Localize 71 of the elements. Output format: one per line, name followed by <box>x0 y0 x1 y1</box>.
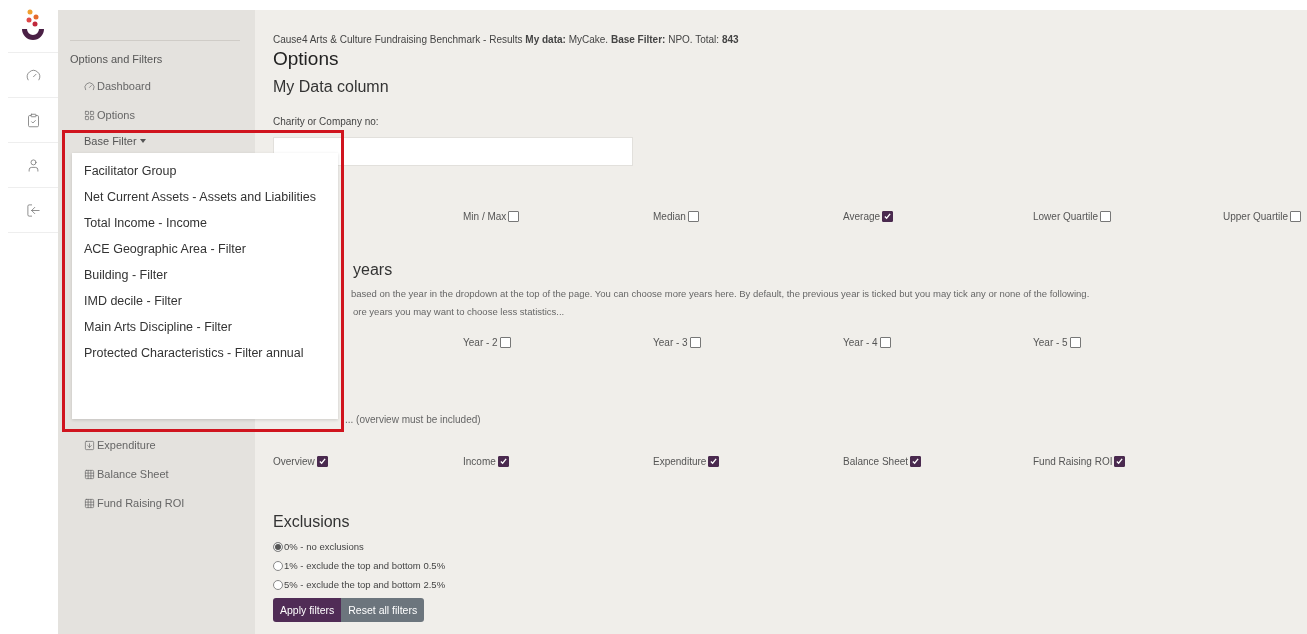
checkbox-option[interactable]: Upper Quartile <box>1223 211 1302 222</box>
checkbox[interactable] <box>1114 456 1126 467</box>
checkbox[interactable] <box>508 211 520 222</box>
radio-option[interactable]: 0% - no exclusions <box>273 537 1307 556</box>
radio-option[interactable]: 5% - exclude the top and bottom 2.5% <box>273 575 1307 594</box>
menu-item[interactable]: Net Current Assets - Assets and Liabilities <box>72 185 338 211</box>
checkbox-option[interactable]: Average <box>843 211 894 222</box>
caret-icon <box>139 139 146 143</box>
checkbox-option[interactable]: Min / Max <box>463 211 520 222</box>
sidebar-link[interactable]: Fund Raising ROI <box>70 490 243 519</box>
reset-button[interactable]: Reset all filters <box>341 598 425 622</box>
checkbox-option[interactable]: Expenditure <box>653 456 720 467</box>
radio-button[interactable] <box>273 579 283 590</box>
checkbox[interactable] <box>316 456 328 467</box>
menu-item[interactable]: IMD decile - Filter <box>72 289 338 315</box>
grid-icon <box>84 109 95 121</box>
user-icon[interactable] <box>25 157 41 173</box>
checkbox-option[interactable]: Year - 5 <box>1033 337 1081 348</box>
checkbox[interactable] <box>687 211 699 222</box>
checkbox[interactable] <box>879 337 891 348</box>
checkbox-option[interactable]: Balance Sheet <box>843 456 922 467</box>
description-text: based on the year in the dropdown at the top of the page. You can choose more years here. By default, the previous year is ticked but you may tick any or none of the following. <box>350 287 1091 301</box>
checkbox-option[interactable]: Year - 4 <box>843 337 891 348</box>
field-label: Charity or Company no: <box>273 116 379 127</box>
menu-item[interactable]: Protected Characteristics - Filter annual <box>72 341 338 367</box>
note-text: ... (overview must be included) <box>344 414 482 425</box>
exit-icon[interactable] <box>25 202 41 218</box>
section-heading: Exclusions <box>273 513 351 531</box>
sidebar-link[interactable]: Balance Sheet <box>70 461 243 490</box>
checkbox-option[interactable]: Median <box>653 211 699 222</box>
checkbox-option[interactable]: Income <box>463 456 509 467</box>
page-header: Cause4 Arts & Culture Fundraising Benchmark - Results My data: MyCake. Base Filter: NPO. Total: 843 <box>273 34 740 45</box>
menu-item[interactable]: Building - Filter <box>72 263 338 289</box>
download-icon <box>84 439 95 451</box>
checkbox[interactable] <box>499 337 511 348</box>
input-field[interactable] <box>273 137 633 166</box>
checkbox[interactable] <box>1069 337 1081 348</box>
checkbox-option[interactable]: Year - 3 <box>653 337 701 348</box>
menu-item[interactable]: Facilitator Group <box>72 159 338 185</box>
clipboard-icon[interactable] <box>25 112 41 128</box>
radio-option[interactable]: 1% - exclude the top and bottom 0.5% <box>273 556 1307 575</box>
sidebar-link[interactable]: Options <box>70 102 243 131</box>
dropdown-toggle[interactable]: Base Filter <box>70 133 160 149</box>
logo-icon <box>20 9 46 43</box>
checkbox[interactable] <box>910 456 922 467</box>
radio-button[interactable] <box>273 560 283 571</box>
checkbox[interactable] <box>882 211 894 222</box>
apply-button[interactable]: Apply filters <box>273 598 342 622</box>
sidebar-link[interactable]: Dashboard <box>70 73 243 102</box>
dashboard-icon[interactable] <box>25 67 41 83</box>
table-icon <box>84 468 95 480</box>
checkbox[interactable] <box>1100 211 1112 222</box>
checkbox[interactable] <box>1290 211 1302 222</box>
sidebar-link[interactable]: Expenditure <box>70 432 243 461</box>
page-title: Options <box>273 48 340 70</box>
checkbox-option[interactable]: Fund Raising ROI <box>1033 456 1126 467</box>
checkbox-option[interactable]: Year - 2 <box>463 337 511 348</box>
section-heading: years <box>352 261 394 279</box>
checkbox-option[interactable]: Overview <box>273 456 328 467</box>
section-heading: My Data column <box>273 78 390 96</box>
gauge-icon <box>84 80 95 92</box>
checkbox[interactable] <box>497 456 509 467</box>
description-text: ore years you may want to choose less statistics... <box>352 305 566 319</box>
sidebar-heading: Options and Filters <box>70 52 164 67</box>
menu-item[interactable]: ACE Geographic Area - Filter <box>72 237 338 263</box>
checkbox-option[interactable]: Lower Quartile <box>1033 211 1112 222</box>
checkbox[interactable] <box>708 456 720 467</box>
checkbox[interactable] <box>689 337 701 348</box>
table-icon <box>84 497 95 509</box>
menu-item[interactable]: Main Arts Discipline - Filter <box>72 315 338 341</box>
menu-item[interactable]: Total Income - Income <box>72 211 338 237</box>
